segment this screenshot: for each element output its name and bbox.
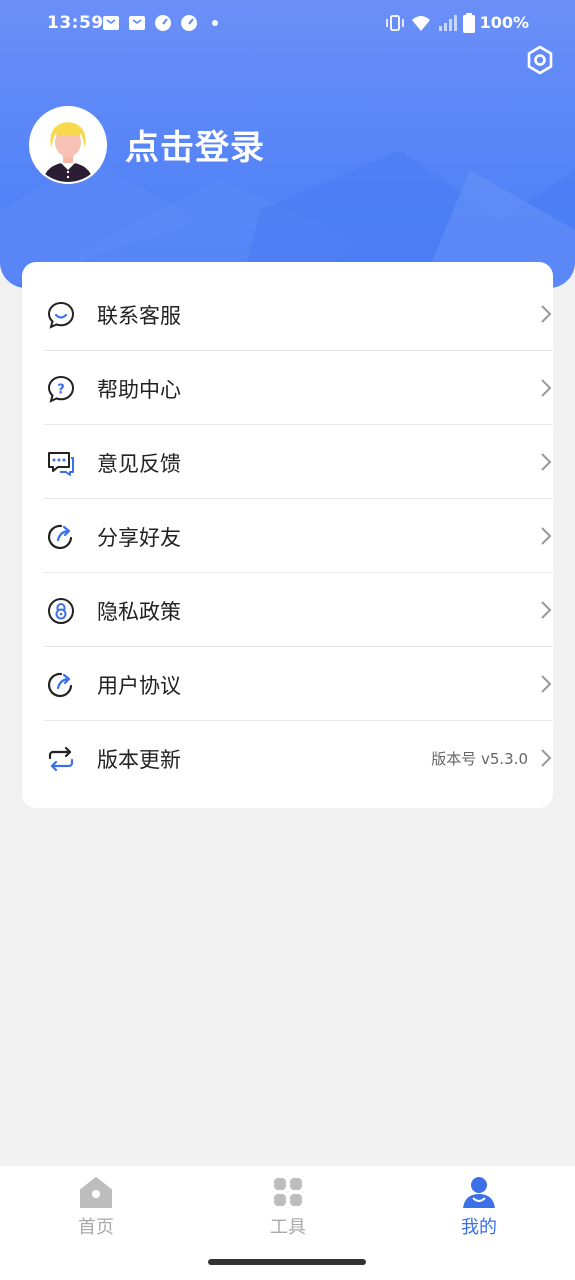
menu-item-user-agreement[interactable]: 用户协议: [44, 646, 553, 720]
menu-item-label: 用户协议: [97, 674, 181, 698]
user-icon: [463, 1177, 495, 1208]
battery-percentage: 100%: [479, 13, 529, 32]
vibrate-icon: [386, 15, 404, 31]
settings-button[interactable]: [524, 44, 556, 76]
avatar[interactable]: [29, 106, 107, 184]
avatar-image: [31, 108, 105, 182]
chevron-right-icon: [541, 453, 552, 471]
home-icon: [80, 1177, 112, 1208]
grid-icon: [274, 1178, 302, 1206]
menu-item-version-update[interactable]: 版本更新 版本号 v5.3.0: [44, 720, 553, 794]
settings-icon: [527, 45, 553, 75]
menu-item-help-center[interactable]: ? 帮助中心: [44, 350, 553, 424]
menu-item-label: 帮助中心: [97, 378, 181, 402]
privacy-lock-icon: [48, 598, 74, 624]
tab-mine[interactable]: 我的: [419, 1166, 539, 1246]
tab-tools[interactable]: 工具: [228, 1166, 348, 1246]
battery-icon: [463, 13, 475, 33]
signal-icon: [439, 15, 457, 31]
menu-item-label: 分享好友: [97, 526, 181, 550]
menu-item-label: 联系客服: [97, 304, 181, 328]
chevron-right-icon: [541, 305, 552, 323]
status-time: 13:59: [47, 13, 104, 33]
speedometer-icon: [155, 15, 171, 31]
system-status-icons: [385, 13, 475, 33]
menu-item-contact-service[interactable]: 联系客服: [44, 276, 553, 350]
agreement-icon: [47, 672, 73, 698]
dot-icon: [212, 20, 218, 26]
tab-home[interactable]: 首页: [36, 1166, 156, 1246]
chevron-right-icon: [541, 675, 552, 693]
menu-item-privacy-policy[interactable]: 隐私政策: [44, 572, 553, 646]
help-question-icon: ?: [47, 375, 75, 403]
menu-item-label: 意见反馈: [97, 452, 181, 476]
share-icon: [47, 524, 73, 550]
svg-text:?: ?: [57, 383, 65, 398]
notification-icons: [102, 14, 224, 32]
menu-card: 联系客服 ? 帮助中心 意见反馈 分享好友 隐私政策 用户协议 版本更新 版本号…: [22, 262, 553, 808]
update-refresh-icon: [48, 746, 74, 772]
feedback-icon: [48, 452, 74, 476]
speedometer-icon: [181, 15, 197, 31]
menu-item-share-friends[interactable]: 分享好友: [44, 498, 553, 572]
chevron-right-icon: [541, 749, 552, 767]
tab-label: 工具: [270, 1217, 306, 1238]
profile-header: 13:59 100% 点击登录: [0, 0, 575, 288]
menu-item-label: 版本更新: [97, 748, 181, 772]
home-indicator: [208, 1259, 366, 1265]
login-prompt[interactable]: 点击登录: [125, 120, 265, 169]
mail-icon: [129, 16, 145, 30]
menu-item-feedback[interactable]: 意见反馈: [44, 424, 553, 498]
status-bar: 13:59 100%: [0, 0, 575, 48]
mail-icon: [103, 16, 119, 30]
tab-label: 我的: [461, 1217, 497, 1238]
chevron-right-icon: [541, 379, 552, 397]
chat-bubble-icon: [47, 301, 75, 329]
chevron-right-icon: [541, 527, 552, 545]
version-number: 版本号 v5.3.0: [431, 750, 528, 768]
tab-label: 首页: [78, 1217, 114, 1238]
chevron-right-icon: [541, 601, 552, 619]
wifi-icon: [412, 16, 430, 31]
menu-item-label: 隐私政策: [97, 600, 181, 624]
